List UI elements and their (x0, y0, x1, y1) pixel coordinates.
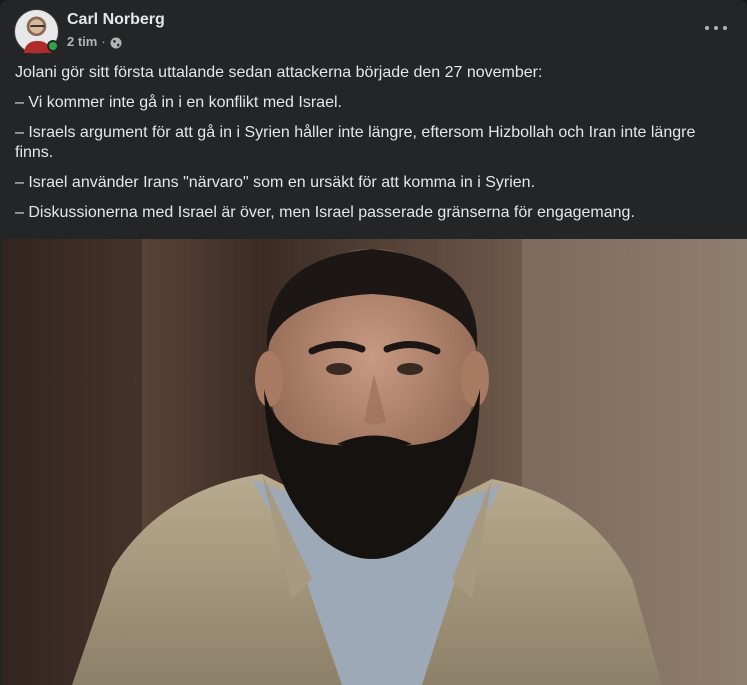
more-dot (705, 26, 709, 30)
post-paragraph: – Israels argument för att gå in i Syrie… (15, 124, 696, 161)
post-header: Carl Norberg 2 tim · (14, 9, 733, 55)
avatar[interactable] (14, 9, 59, 54)
globe-icon[interactable] (110, 36, 122, 49)
separator-dot: · (101, 34, 106, 49)
avatar-glasses (30, 25, 45, 29)
post-paragraph: – Vi kommer inte gå in i en konflikt med… (15, 94, 342, 111)
post-photo[interactable] (2, 239, 747, 685)
online-status-indicator (47, 40, 59, 52)
post-card: Carl Norberg 2 tim · Jolani gör sitt för… (0, 0, 747, 685)
post-paragraph: Jolani gör sitt första uttalande sedan a… (15, 64, 543, 81)
more-dot (723, 26, 727, 30)
post-timestamp[interactable]: 2 tim (67, 33, 97, 51)
post-paragraph: – Diskussionerna med Israel är över, men… (15, 204, 635, 221)
author-name[interactable]: Carl Norberg (67, 10, 165, 30)
post-meta: Carl Norberg 2 tim · (67, 10, 165, 51)
post-subline: 2 tim · (67, 33, 165, 51)
more-options-icon[interactable] (705, 21, 727, 35)
post-text: Jolani gör sitt första uttalande sedan a… (15, 63, 729, 233)
post-paragraph: – Israel använder Irans "närvaro" som en… (15, 174, 536, 191)
more-dot (714, 26, 718, 30)
